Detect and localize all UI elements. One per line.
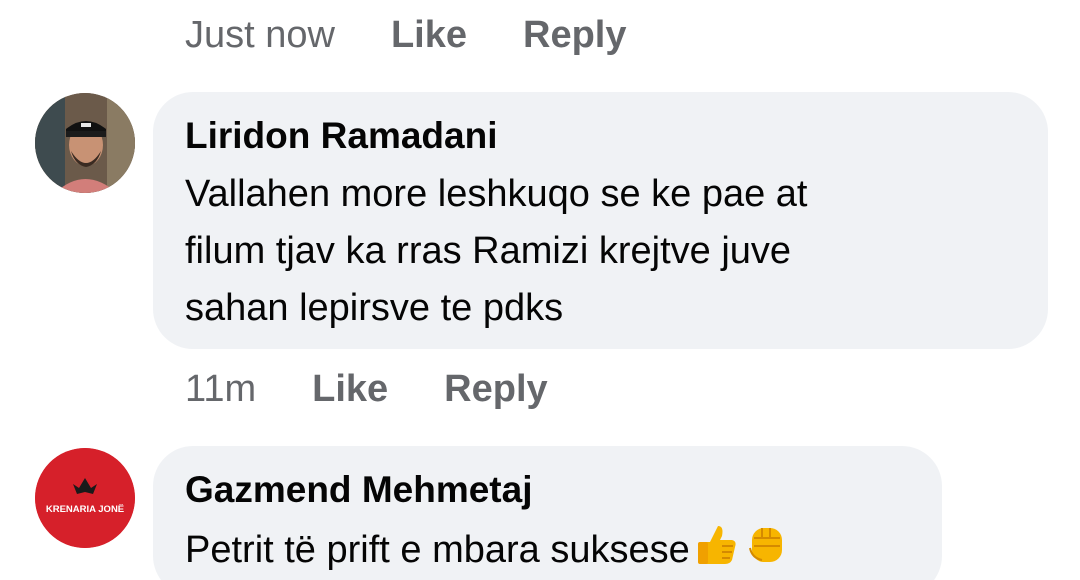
avatar[interactable] [35,93,135,193]
comment-timestamp: 11m [185,368,257,410]
comment-actions: Just now Like Reply [185,16,627,54]
like-button[interactable]: Like [312,370,388,408]
comment-author[interactable]: Gazmend Mehmetaj [185,468,910,512]
avatar[interactable]: KRENARIA JONË [35,448,135,548]
comment-text-line: sahan lepirsve te pdks [185,287,564,329]
comment-text-line: Petrit të prift e mbara suksese [185,529,690,571]
raised-fist-icon [742,520,790,580]
krenaria-logo-icon: KRENARIA JONË [35,448,135,548]
profile-photo-icon [35,93,135,193]
comment-actions: 11m Like Reply [185,370,548,408]
like-button[interactable]: Like [391,16,467,54]
comment-bubble[interactable]: Gazmend Mehmetaj Petrit të prift e mbara… [153,446,942,580]
reply-button[interactable]: Reply [523,16,626,54]
comment-bubble[interactable]: Liridon Ramadani Vallahen more leshkuqo … [153,92,1048,349]
comment-text: Vallahen more leshkuqo se ke pae at filu… [185,166,1016,337]
comment-text: Petrit të prift e mbara suksese [185,520,910,580]
comment-text-line: filum tjav ka rras Ramizi krejtve juve [185,230,792,272]
comment-timestamp: Just now [185,14,335,56]
avatar-logo-text: KRENARIA JONË [46,504,124,515]
comments-thread: Just now Like Reply Liridon Ramadani Val… [0,0,1080,580]
reply-button[interactable]: Reply [444,370,547,408]
thumbs-up-icon [692,520,740,580]
comment-text-line: Vallahen more leshkuqo se ke pae at [185,173,808,215]
comment-author[interactable]: Liridon Ramadani [185,114,1016,158]
